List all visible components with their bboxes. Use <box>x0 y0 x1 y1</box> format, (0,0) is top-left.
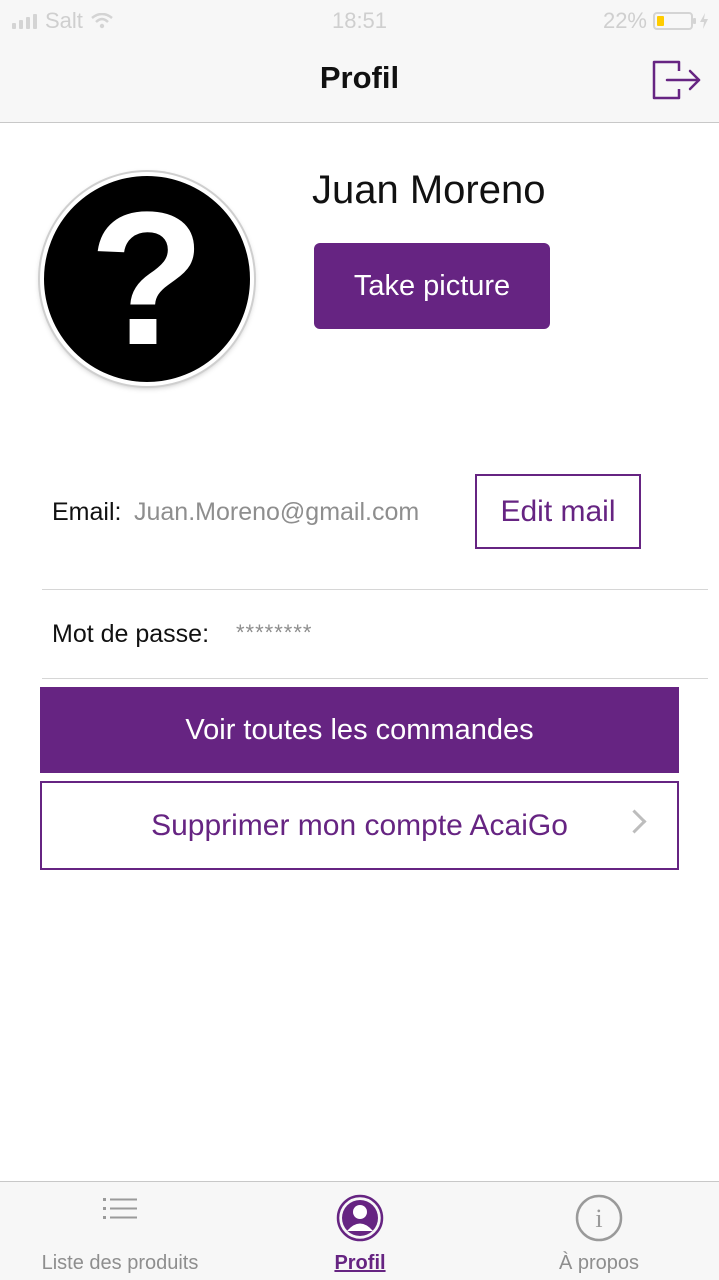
password-value: ******** <box>236 620 313 645</box>
tab-product-list[interactable]: Liste des produits <box>0 1182 240 1280</box>
take-picture-button[interactable]: Take picture <box>314 243 550 329</box>
battery-percent: 22% <box>602 8 647 33</box>
status-right: 22% <box>603 8 709 34</box>
delete-account-label: Supprimer mon compte AcaiGo <box>151 808 568 842</box>
question-mark-icon: ? <box>88 173 206 385</box>
view-orders-label: Voir toutes les commandes <box>185 713 534 746</box>
email-value: Juan.Moreno@gmail.com <box>134 498 420 526</box>
page-title: Profil <box>319 60 400 95</box>
avatar: ? <box>40 172 254 386</box>
view-orders-button[interactable]: Voir toutes les commandes <box>40 687 679 773</box>
chevron-right-icon <box>622 809 647 834</box>
battery-fill <box>657 16 664 26</box>
logout-icon <box>652 60 701 100</box>
email-label: Email: <box>52 498 122 526</box>
user-name: Juan Moreno <box>312 168 546 212</box>
info-icon: i <box>575 1194 623 1242</box>
password-label: Mot de passe: <box>52 620 210 648</box>
profile-screen: Salt 18:51 22% Profil ? Juan Moreno Take… <box>0 0 719 1280</box>
divider <box>42 589 708 590</box>
tab-label: Liste des produits <box>41 1252 199 1274</box>
user-icon <box>336 1194 384 1242</box>
charging-icon <box>700 13 708 29</box>
navigation-bar: Profil <box>0 40 719 123</box>
battery-icon <box>653 12 696 30</box>
tab-bar: Liste des produits Profil i À propos <box>0 1181 719 1280</box>
logout-button[interactable] <box>651 58 703 102</box>
delete-account-button[interactable]: Supprimer mon compte AcaiGo <box>40 781 679 870</box>
tab-profile[interactable]: Profil <box>240 1182 480 1280</box>
tab-about[interactable]: i À propos <box>479 1182 719 1280</box>
edit-mail-button[interactable]: Edit mail <box>475 474 641 549</box>
list-icon <box>103 1198 137 1219</box>
status-bar: Salt 18:51 22% <box>0 0 719 40</box>
svg-text:i: i <box>595 1204 602 1233</box>
divider <box>42 678 708 679</box>
tab-label: À propos <box>558 1252 640 1274</box>
tab-label: Profil <box>334 1252 386 1274</box>
